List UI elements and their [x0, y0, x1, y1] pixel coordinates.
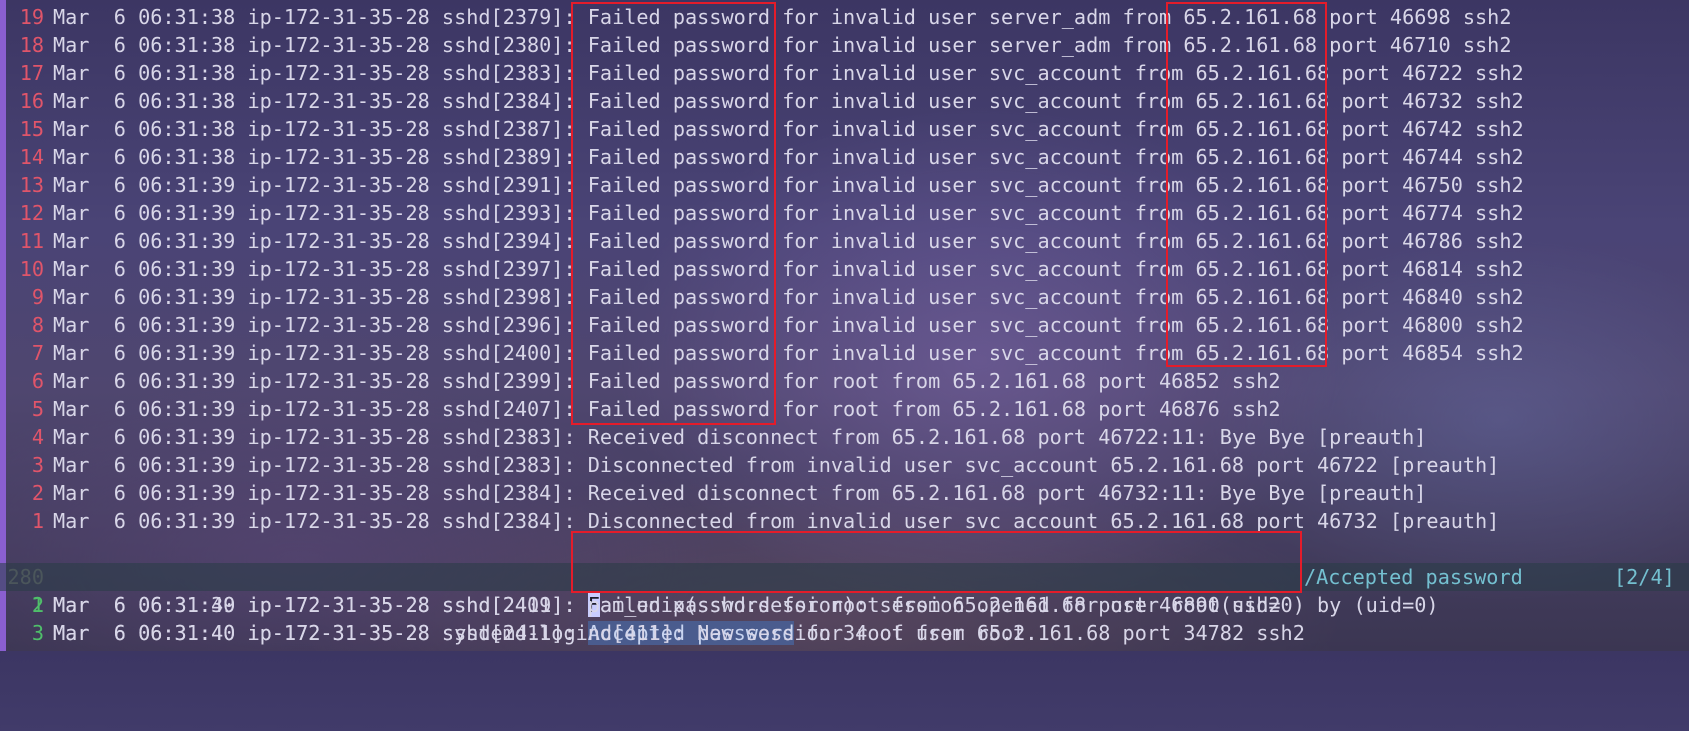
line-number: 4: [31, 425, 44, 449]
log-line-text[interactable]: Mar 6 06:31:40 ip-172-31-35-28 systemd-l…: [53, 619, 1037, 647]
line-number: 10: [19, 257, 44, 281]
log-line[interactable]: 16 Mar 6 06:31:38 ip-172-31-35-28 sshd[23…: [0, 87, 1689, 115]
line-number: 9: [31, 285, 44, 309]
search-query: /Accepted password: [1304, 565, 1523, 589]
log-line[interactable]: 13 Mar 6 06:31:39 ip-172-31-35-28 sshd[23…: [0, 171, 1689, 199]
line-number: 19: [19, 5, 44, 29]
line-number: 15: [19, 117, 44, 141]
failed-password-annotation-box: [571, 2, 776, 425]
log-line[interactable]: 3 Mar 6 06:31:40 ip-172-31-35-28 systemd-…: [0, 619, 1689, 647]
log-line[interactable]: 11 Mar 6 06:31:39 ip-172-31-35-28 sshd[23…: [0, 227, 1689, 255]
log-line[interactable]: 8 Mar 6 06:31:39 ip-172-31-35-28 sshd[239…: [0, 311, 1689, 339]
log-line[interactable]: 7 Mar 6 06:31:39 ip-172-31-35-28 sshd[240…: [0, 339, 1689, 367]
log-line[interactable]: 17 Mar 6 06:31:38 ip-172-31-35-28 sshd[23…: [0, 59, 1689, 87]
log-line[interactable]: 9 Mar 6 06:31:39 ip-172-31-35-28 sshd[239…: [0, 283, 1689, 311]
line-number: 16: [19, 89, 44, 113]
line-number: 14: [19, 145, 44, 169]
after-lines-container: 2 Mar 6 06:31:40 ip-172-31-35-28 sshd[241…: [0, 591, 1689, 647]
log-line[interactable]: 14 Mar 6 06:31:38 ip-172-31-35-28 sshd[23…: [0, 143, 1689, 171]
log-line[interactable]: 3 Mar 6 06:31:39 ip-172-31-35-28 sshd[238…: [0, 451, 1689, 479]
line-number: 17: [19, 61, 44, 85]
log-line[interactable]: 12 Mar 6 06:31:39 ip-172-31-35-28 sshd[23…: [0, 199, 1689, 227]
line-number: 18: [19, 33, 44, 57]
accepted-login-annotation-box: [571, 531, 1302, 593]
source-ip-annotation-box: [1166, 2, 1327, 367]
log-line[interactable]: 2 Mar 6 06:31:39 ip-172-31-35-28 sshd[238…: [0, 479, 1689, 507]
log-line[interactable]: 2 Mar 6 06:31:40 ip-172-31-35-28 sshd[241…: [0, 591, 1689, 619]
line-number: 7: [31, 341, 44, 365]
line-number: 1: [31, 509, 44, 533]
log-line-text[interactable]: Mar 6 06:31:39 ip-172-31-35-28 sshd[2384…: [53, 479, 1426, 507]
search-match-count: [2/4]: [1614, 565, 1675, 589]
line-number: 2: [31, 593, 44, 617]
line-number: 13: [19, 173, 44, 197]
line-number: 8: [31, 313, 44, 337]
line-number: 3: [31, 621, 44, 645]
log-line-text[interactable]: Mar 6 06:31:39 ip-172-31-35-28 sshd[2383…: [53, 423, 1426, 451]
log-line[interactable]: 15 Mar 6 06:31:38 ip-172-31-35-28 sshd[23…: [0, 115, 1689, 143]
log-line[interactable]: 4 Mar 6 06:31:39 ip-172-31-35-28 sshd[238…: [0, 423, 1689, 451]
log-line[interactable]: 18 Mar 6 06:31:38 ip-172-31-35-28 sshd[23…: [0, 31, 1689, 59]
line-number: 6: [31, 369, 44, 393]
log-line[interactable]: 5 Mar 6 06:31:39 ip-172-31-35-28 sshd[240…: [0, 395, 1689, 423]
log-lines-container: 19 Mar 6 06:31:38 ip-172-31-35-28 sshd[23…: [0, 3, 1689, 535]
line-number: 5: [31, 397, 44, 421]
log-line[interactable]: 6 Mar 6 06:31:39 ip-172-31-35-28 sshd[239…: [0, 367, 1689, 395]
log-line-text[interactable]: Mar 6 06:31:40 ip-172-31-35-28 sshd[2411…: [53, 591, 1439, 619]
log-line[interactable]: 10 Mar 6 06:31:39 ip-172-31-35-28 sshd[23…: [0, 255, 1689, 283]
log-line-text[interactable]: Mar 6 06:31:39 ip-172-31-35-28 sshd[2383…: [53, 451, 1499, 479]
log-line[interactable]: 19 Mar 6 06:31:38 ip-172-31-35-28 sshd[23…: [0, 3, 1689, 31]
line-number: 2: [31, 481, 44, 505]
line-number: 12: [19, 201, 44, 225]
line-number: 11: [19, 229, 44, 253]
line-number: 3: [31, 453, 44, 477]
